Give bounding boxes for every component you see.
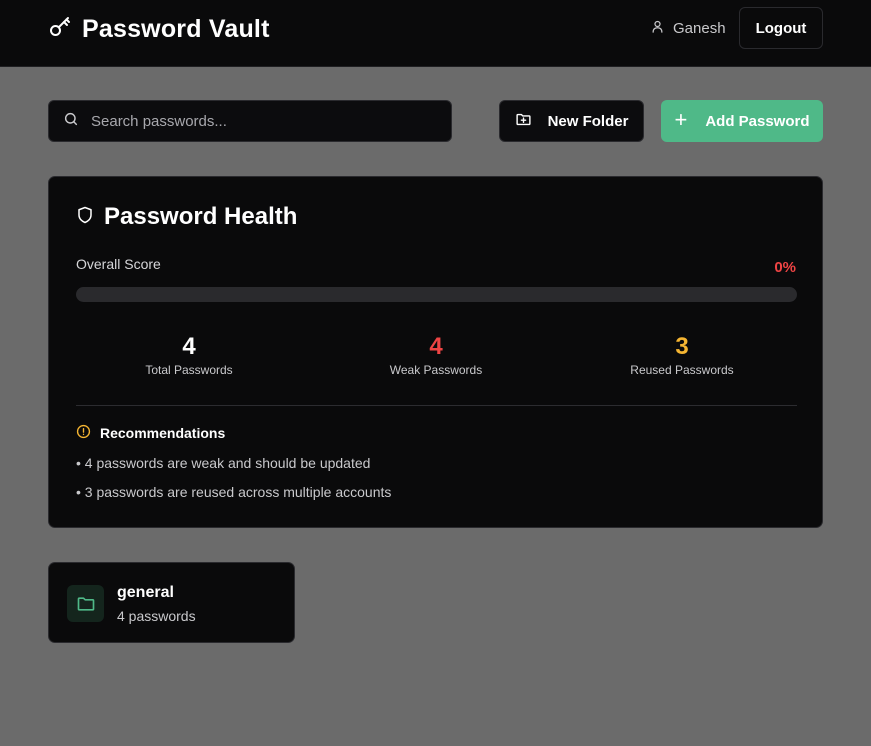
stat-weak: 4 Weak Passwords [336,333,536,377]
user-info: Ganesh [650,18,726,38]
new-folder-button[interactable]: New Folder [499,100,644,142]
overall-score-value: 0% [774,259,796,276]
add-password-label: Add Password [705,112,810,130]
app-title: Password Vault [82,14,270,43]
stat-reused-label: Reused Passwords [630,363,734,377]
plus-icon: + [674,107,688,132]
search-input[interactable] [91,112,431,130]
key-icon [48,15,72,44]
stat-reused: 3 Reused Passwords [582,333,782,377]
stat-reused-value: 3 [675,333,689,360]
recommendation-item: • 3 passwords are reused across multiple… [76,484,392,500]
username: Ganesh [673,19,726,37]
divider [76,405,797,406]
user-icon [650,19,665,38]
shield-icon [76,203,94,231]
password-health-card: Password Health Overall Score 0% 4 Total… [48,176,823,528]
folder-icon [67,585,104,622]
recommendations-title-text: Recommendations [100,425,226,441]
app-header: Password Vault Ganesh Logout [0,0,871,67]
folder-count: 4 passwords [117,608,196,624]
brand: Password Vault [48,14,270,44]
search-box[interactable] [48,100,452,142]
add-password-button[interactable]: + Add Password [661,100,823,142]
health-title-text: Password Health [104,203,298,230]
stat-total: 4 Total Passwords [89,333,289,377]
search-icon [63,111,79,132]
folder-name: general [117,584,174,601]
logout-button[interactable]: Logout [739,7,823,49]
recommendations-title: Recommendations [76,424,225,442]
overall-score-label: Overall Score [76,256,161,272]
recommendation-item: • 4 passwords are weak and should be upd… [76,455,371,471]
stat-total-value: 4 [182,333,196,360]
alert-circle-icon [76,424,91,442]
folder-card-general[interactable]: general 4 passwords [48,562,295,643]
score-progress-bar [76,287,797,302]
stat-weak-value: 4 [429,333,443,360]
stat-total-label: Total Passwords [145,363,233,377]
folder-plus-icon [515,111,532,132]
stat-weak-label: Weak Passwords [389,363,483,377]
health-title: Password Health [76,203,297,231]
new-folder-label: New Folder [547,112,629,130]
